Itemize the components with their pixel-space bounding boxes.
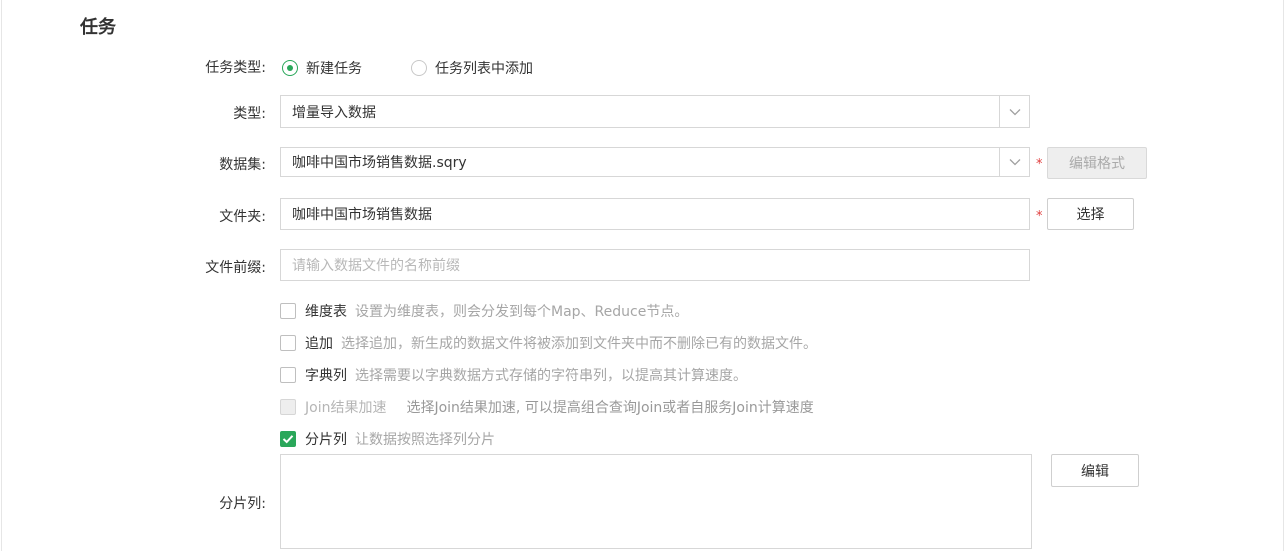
checkbox-checked-icon[interactable] [280,431,296,447]
shard-columns-textarea[interactable] [280,454,1032,549]
option-name: Join结果加速 [305,400,387,416]
type-label: 类型: [233,106,266,122]
checkbox-disabled-icon [280,399,296,415]
option-append[interactable]: 追加 选择追加，新生成的数据文件将被添加到文件夹中而不删除已有的数据文件。 [280,333,817,353]
option-desc: 让数据按照选择列分片 [355,432,495,448]
option-shard-column[interactable]: 分片列 让数据按照选择列分片 [280,429,495,449]
chevron-down-icon[interactable] [999,148,1029,176]
option-name: 字典列 [305,368,347,384]
option-name: 维度表 [305,304,347,320]
option-dictionary-column[interactable]: 字典列 选择需要以字典数据方式存储的字符串列，以提高其计算速度。 [280,365,747,385]
type-select-value: 增量导入数据 [292,104,376,121]
section-title: 任务 [80,17,116,38]
option-desc: 选择需要以字典数据方式存储的字符串列，以提高其计算速度。 [355,368,747,384]
option-dimension-table[interactable]: 维度表 设置为维度表，则会分发到每个Map、Reduce节点。 [280,301,688,321]
chevron-down-icon[interactable] [999,96,1029,127]
select-folder-button[interactable]: 选择 [1047,198,1134,230]
folder-input[interactable]: 咖啡中国市场销售数据 [280,198,1030,230]
checkbox-icon[interactable] [280,335,296,351]
shard-columns-label: 分片列: [219,496,266,512]
file-prefix-input[interactable]: 请输入数据文件的名称前缀 [280,249,1030,281]
radio-new-task-label: 新建任务 [306,61,362,77]
option-desc: 选择Join结果加速, 可以提高组合查询Join或者自服务Join计算速度 [406,400,814,416]
checkbox-icon[interactable] [280,367,296,383]
radio-add-from-task-list-label: 任务列表中添加 [435,61,533,77]
task-type-label: 任务类型: [205,60,266,76]
option-name: 分片列 [305,432,347,448]
folder-input-value: 咖啡中国市场销售数据 [292,207,432,223]
file-prefix-label: 文件前缀: [205,260,266,276]
option-desc: 选择追加，新生成的数据文件将被添加到文件夹中而不删除已有的数据文件。 [341,336,817,352]
folder-label: 文件夹: [219,209,266,225]
file-prefix-placeholder: 请输入数据文件的名称前缀 [292,258,460,274]
checkbox-icon[interactable] [280,303,296,319]
type-select[interactable]: 增量导入数据 [280,95,1030,128]
radio-new-task[interactable]: 新建任务 [282,58,362,78]
radio-add-from-task-list[interactable]: 任务列表中添加 [411,58,533,78]
required-mark: * [1036,157,1043,172]
edit-format-button[interactable]: 编辑格式 [1047,147,1147,179]
required-mark: * [1036,209,1043,224]
dataset-label: 数据集: [219,157,266,173]
option-desc: 设置为维度表，则会分发到每个Map、Reduce节点。 [355,304,689,320]
dataset-select-value: 咖啡中国市场销售数据.sqry [292,155,467,171]
option-name: 追加 [305,336,333,352]
radio-selected-icon [282,60,298,76]
edit-shard-columns-button[interactable]: 编辑 [1051,454,1139,487]
option-join-acceleration: Join结果加速 选择Join结果加速, 可以提高组合查询Join或者自服务Jo… [280,397,814,417]
dataset-select[interactable]: 咖啡中国市场销售数据.sqry [280,147,1030,177]
radio-unselected-icon [411,60,427,76]
